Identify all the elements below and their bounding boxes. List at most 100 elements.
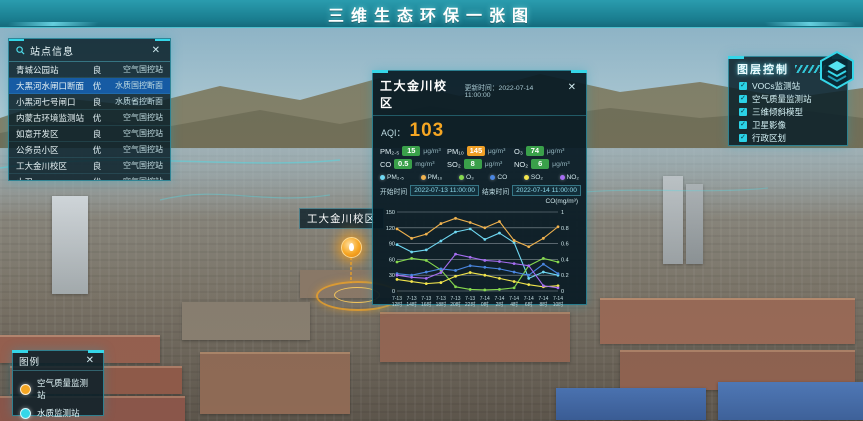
pollutant-value-badge: 145	[467, 146, 485, 156]
titlebar-ornament-right	[764, 22, 856, 26]
series-label: NO₂	[567, 174, 579, 181]
svg-text:0: 0	[392, 289, 395, 295]
station-type: 空气国控站	[106, 112, 163, 123]
pollutant-name: O₃	[514, 147, 523, 156]
svg-text:0.8: 0.8	[561, 226, 569, 232]
title-bar: 三维生态环保一张图	[0, 0, 863, 28]
pollutant-cell: NO₂ 6 μg/m³	[514, 159, 579, 169]
trend-chart-wrap: 030609012015000.20.40.60.817-1312时7-1314…	[373, 205, 586, 316]
close-icon[interactable]: ✕	[565, 82, 579, 94]
end-time-input[interactable]: 2022-07-14 11:00:00	[512, 185, 581, 196]
end-time-label: 结束时间	[482, 186, 509, 196]
titlebar-ornament-left	[7, 22, 99, 26]
station-level-badge: 优	[88, 112, 106, 124]
series-dot-icon	[421, 175, 426, 180]
pollutant-cell: CO 0.5 mg/m³	[380, 159, 445, 169]
station-row[interactable]: 青城公园站 良 空气国控站	[9, 62, 170, 78]
station-row[interactable]: 工大金川校区 良 空气国控站	[9, 158, 170, 174]
checkbox-checked-icon[interactable]: ✓	[739, 82, 747, 90]
map-building	[380, 312, 570, 362]
layer-item[interactable]: ✓ 卫星影像	[729, 118, 847, 131]
series-dot-icon	[524, 175, 529, 180]
legend-marker-icon	[20, 408, 31, 419]
start-time-input[interactable]: 2022-07-13 11:00:00	[410, 185, 479, 196]
chart-legend-item[interactable]: SO₂	[524, 174, 543, 181]
station-level-badge: 优	[88, 80, 106, 92]
station-name: 工大金川校区	[16, 160, 88, 172]
svg-text:10时: 10时	[553, 301, 564, 308]
station-type: 水质省控断面	[106, 96, 163, 107]
station-level-badge: 优	[88, 144, 106, 156]
station-type: 空气国控站	[106, 176, 163, 181]
pollutant-unit: μg/m³	[485, 161, 503, 168]
checkbox-checked-icon[interactable]: ✓	[739, 134, 747, 142]
station-name: 大黑河水闸口断面	[16, 80, 88, 92]
legend-panel-header: 图例 ✕	[13, 351, 103, 371]
chart-legend-item[interactable]: NO₂	[560, 174, 579, 181]
pollutant-unit: mg/m³	[415, 161, 434, 168]
layer-item[interactable]: ✓ 行政区划	[729, 131, 847, 144]
layer-item-label: 空气质量监测站	[752, 93, 812, 105]
layers-hexagon-icon[interactable]	[818, 50, 856, 90]
checkbox-checked-icon[interactable]: ✓	[739, 108, 747, 116]
map-building	[718, 382, 863, 420]
close-icon[interactable]: ✕	[83, 355, 97, 367]
pollutant-name: PM₁₀	[447, 147, 464, 156]
station-name: 小黑河七号闸口	[16, 96, 88, 108]
checkbox-checked-icon[interactable]: ✓	[739, 95, 747, 103]
station-row[interactable]: 小召 优 空气国控站	[9, 174, 170, 181]
layer-item-label: 卫星影像	[752, 119, 786, 131]
legend-item-label: 空气质量监测站	[37, 377, 96, 401]
station-marker-icon[interactable]	[341, 237, 362, 258]
legend-marker-icon	[20, 384, 31, 395]
station-row[interactable]: 公务员小区 优 空气国控站	[9, 142, 170, 158]
station-row[interactable]: 内蒙古环境监测站 优 空气国控站	[9, 110, 170, 126]
pollutant-value-badge: 0.5	[394, 159, 412, 169]
station-type: 空气国控站	[106, 160, 163, 171]
pollutant-cell: PM₁₀ 145 μg/m³	[447, 146, 512, 156]
update-time: 更新时间：2022-07-14 11:00:00	[465, 82, 561, 99]
chart-legend-item[interactable]: CO	[490, 174, 507, 181]
station-name: 小召	[16, 176, 88, 182]
time-range-row: 开始时间 2022-07-13 11:00:00 结束时间 2022-07-14…	[373, 182, 586, 196]
station-level-badge: 良	[88, 96, 106, 108]
series-label: PM₂.₅	[387, 174, 404, 181]
page-title: 三维生态环保一张图	[328, 2, 535, 26]
station-row[interactable]: 大黑河水闸口断面 优 水质国控断面	[9, 78, 170, 94]
station-level-badge: 优	[88, 176, 106, 182]
station-name: 内蒙古环境监测站	[16, 112, 88, 124]
legend-item: 空气质量监测站	[13, 371, 103, 401]
series-dot-icon	[490, 175, 495, 180]
aqi-row: AQI： 103	[373, 116, 586, 142]
update-time-label: 更新时间：	[465, 85, 499, 92]
layer-item-label: 行政区划	[752, 132, 786, 144]
svg-text:150: 150	[386, 210, 395, 216]
legend-item: 水质监测站	[13, 401, 103, 419]
station-row[interactable]: 如意开发区 良 空气国控站	[9, 126, 170, 142]
app-root: 工大金川校区 三维生态环保一张图 站点信息 ✕ 青城公园站 良 空气国控站	[0, 0, 863, 421]
station-row[interactable]: 小黑河七号闸口 良 水质省控断面	[9, 94, 170, 110]
chart-legend-item[interactable]: O₃	[459, 174, 474, 181]
station-level-badge: 良	[88, 64, 106, 76]
svg-text:0.6: 0.6	[561, 242, 569, 248]
svg-text:0: 0	[561, 289, 564, 295]
svg-text:16时: 16时	[421, 301, 432, 308]
pollutant-value-badge: 6	[531, 159, 549, 169]
chart-legend-item[interactable]: PM₂.₅	[380, 174, 404, 181]
map-building	[200, 352, 350, 414]
close-icon[interactable]: ✕	[149, 45, 163, 57]
checkbox-checked-icon[interactable]: ✓	[739, 121, 747, 129]
popup-header: 工大金川校区 更新时间：2022-07-14 11:00:00 ✕	[373, 71, 586, 116]
map-building	[556, 388, 706, 420]
station-detail-popup: 工大金川校区 更新时间：2022-07-14 11:00:00 ✕ AQI： 1…	[372, 70, 587, 305]
station-level-badge: 良	[88, 160, 106, 172]
svg-text:0.4: 0.4	[561, 257, 569, 263]
search-icon	[16, 46, 25, 55]
layer-item-label: 三维倾斜模型	[752, 106, 803, 118]
layer-item[interactable]: ✓ 空气质量监测站	[729, 92, 847, 105]
layer-item[interactable]: ✓ 三维倾斜模型	[729, 105, 847, 118]
chart-legend-item[interactable]: PM₁₀	[421, 174, 443, 181]
station-type: 水质国控断面	[106, 80, 163, 91]
station-list-panel: 站点信息 ✕ 青城公园站 良 空气国控站 大黑河水闸口断面 优 水质国控断面 小…	[8, 38, 171, 181]
pollutant-cell: SO₂ 8 μg/m³	[447, 159, 512, 169]
